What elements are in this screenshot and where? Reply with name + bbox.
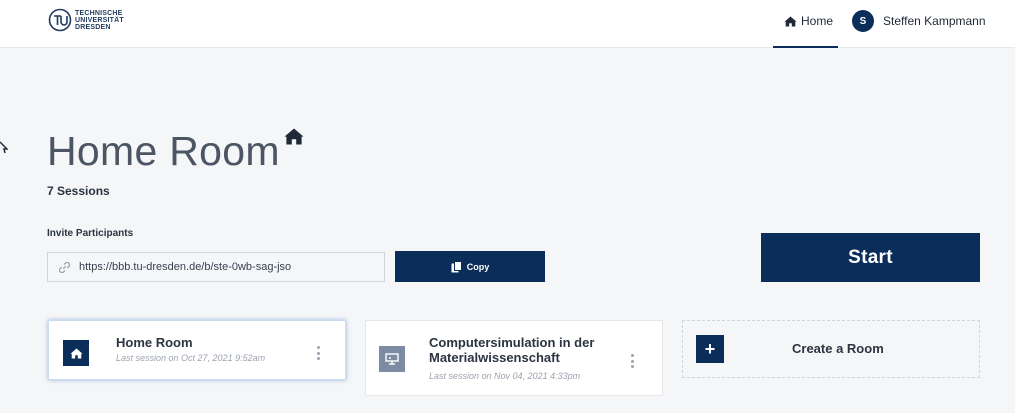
- nav-home-link[interactable]: Home: [784, 14, 833, 28]
- room-options-icon[interactable]: [317, 346, 321, 360]
- room-last-session: Last session on Oct 27, 2021 9:52am: [116, 353, 266, 363]
- home-room-icon: [284, 128, 304, 145]
- copy-button[interactable]: Copy: [395, 251, 545, 282]
- logo-text: TECHNISCHE UNIVERSITÄT DRESDEN: [75, 10, 124, 31]
- sessions-count: 7 Sessions: [47, 184, 110, 198]
- presentation-icon: [385, 353, 399, 365]
- invite-participants-label: Invite Participants: [47, 228, 134, 239]
- top-navbar: TECHNISCHE UNIVERSITÄT DRESDEN Home S St…: [0, 0, 1015, 48]
- room-title: Computersimulation in der Materialwissen…: [429, 335, 595, 365]
- room-card-home-room[interactable]: Home Room Last session on Oct 27, 2021 9…: [48, 320, 346, 380]
- logo-line-3: DRESDEN: [75, 23, 111, 31]
- link-icon: [59, 261, 70, 273]
- room-last-session: Last session on Nov 04, 2021 4:33pm: [429, 371, 581, 381]
- page-title: Home Room: [47, 128, 280, 174]
- room-title: Home Room: [116, 335, 193, 350]
- active-nav-indicator: [773, 46, 838, 48]
- room-icon-box: [63, 340, 89, 366]
- room-icon-box: [379, 346, 405, 372]
- copy-icon: [451, 260, 462, 272]
- tu-logo-icon: [48, 8, 72, 32]
- create-room-card[interactable]: + Create a Room: [682, 320, 980, 378]
- avatar: S: [852, 10, 874, 32]
- room-options-icon[interactable]: [631, 354, 635, 368]
- invite-url-value: https://bbb.tu-dresden.de/b/ste-0wb-sag-…: [79, 261, 292, 273]
- create-room-label: Create a Room: [792, 341, 884, 356]
- home-icon: [70, 348, 82, 358]
- user-menu[interactable]: S Steffen Kampmann: [852, 10, 986, 32]
- nav-home-label: Home: [801, 14, 834, 28]
- plus-icon: +: [696, 335, 724, 363]
- tu-dresden-logo[interactable]: TECHNISCHE UNIVERSITÄT DRESDEN: [48, 8, 124, 32]
- user-name: Steffen Kampmann: [883, 14, 986, 28]
- start-button[interactable]: Start: [761, 233, 980, 282]
- invite-url-field[interactable]: https://bbb.tu-dresden.de/b/ste-0wb-sag-…: [47, 252, 385, 282]
- start-button-label: Start: [848, 246, 893, 268]
- copy-button-label: Copy: [466, 261, 490, 272]
- mouse-cursor-icon: [0, 141, 8, 154]
- home-icon: [784, 16, 797, 26]
- logo-line-2: UNIVERSITÄT: [75, 16, 124, 24]
- logo-line-1: TECHNISCHE: [75, 9, 123, 17]
- room-card-computersimulation[interactable]: Computersimulation in der Materialwissen…: [365, 320, 663, 396]
